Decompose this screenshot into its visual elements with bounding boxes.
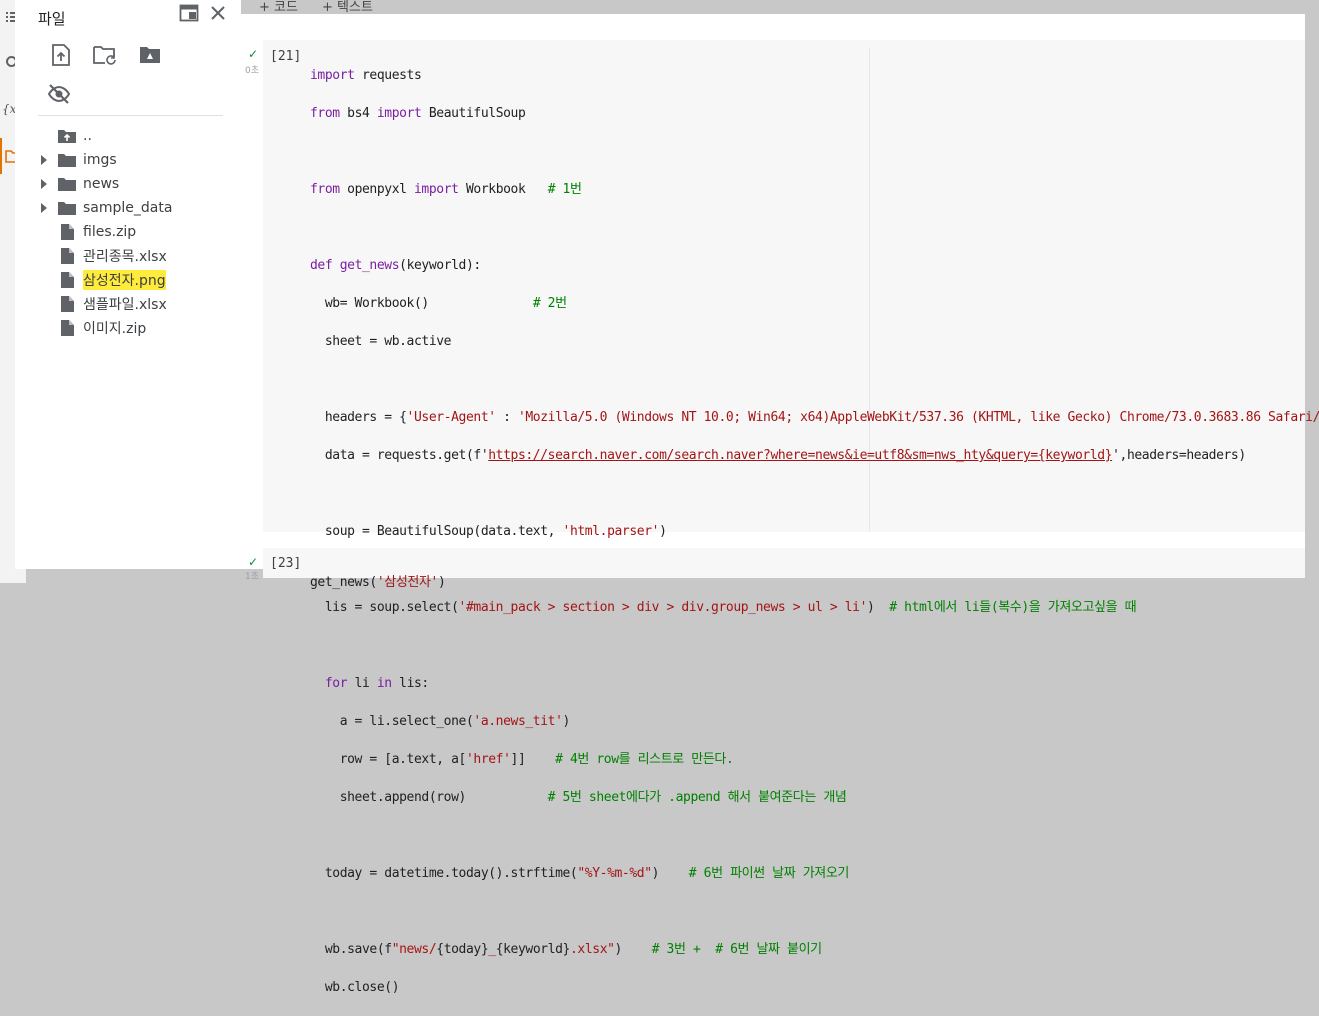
run-success-icon[interactable]: ✓ <box>248 47 258 61</box>
folder-icon <box>57 177 77 191</box>
file-name: sample_data <box>83 200 173 216</box>
tree-item-file[interactable]: 이미지.zip <box>35 316 235 340</box>
file-name: imgs <box>83 152 117 168</box>
cell-run-time: 1초 <box>244 572 259 582</box>
expand-arrow-icon[interactable] <box>37 203 51 213</box>
file-icon <box>57 296 77 312</box>
upload-file-icon[interactable] <box>51 44 71 66</box>
folder-up-icon <box>57 129 77 143</box>
tree-item-folder[interactable]: news <box>35 172 235 196</box>
panel-divider <box>38 115 223 116</box>
expand-arrow-icon[interactable] <box>37 179 51 189</box>
execution-count: [23] <box>270 556 302 571</box>
file-name: 이미지.zip <box>83 321 147 337</box>
file-tree: .. imgs news sample_data files.zip 관리종목.… <box>35 124 235 340</box>
refresh-folder-icon[interactable] <box>93 44 117 66</box>
tree-item-file[interactable]: 관리종목.xlsx <box>35 244 235 268</box>
tree-item-file[interactable]: 삼성전자.png <box>35 268 235 292</box>
file-name: 관리종목.xlsx <box>83 249 167 265</box>
file-name: 샘플파일.xlsx <box>83 297 167 313</box>
file-name: .. <box>83 128 92 144</box>
tree-item-folder[interactable]: imgs <box>35 148 235 172</box>
cell-run-time: 0초 <box>244 66 259 76</box>
files-panel: 파일 .. imgs news sample_data files.zip 관리… <box>15 0 242 569</box>
file-name: files.zip <box>83 224 137 240</box>
run-success-icon[interactable]: ✓ <box>248 555 258 569</box>
panel-title: 파일 <box>38 10 66 28</box>
open-in-tab-icon[interactable] <box>179 4 199 22</box>
hide-files-icon[interactable] <box>47 84 71 104</box>
file-icon <box>57 224 77 240</box>
code-editor[interactable]: import requests from bs4 import Beautifu… <box>310 47 1319 1016</box>
folder-icon <box>57 201 77 215</box>
tree-item-folder[interactable]: sample_data <box>35 196 235 220</box>
tree-item-file[interactable]: files.zip <box>35 220 235 244</box>
expand-arrow-icon[interactable] <box>37 155 51 165</box>
folder-icon <box>57 153 77 167</box>
file-name: news <box>83 176 120 192</box>
mount-drive-icon[interactable] <box>139 44 161 66</box>
add-cell-bar: + 코드 + 텍스트 <box>241 0 1319 15</box>
tree-item-file[interactable]: 샘플파일.xlsx <box>35 292 235 316</box>
file-icon <box>57 248 77 264</box>
close-icon[interactable] <box>209 4 227 22</box>
execution-count: [21] <box>270 49 302 64</box>
file-icon <box>57 272 77 288</box>
file-icon <box>57 320 77 336</box>
tree-item-parent[interactable]: .. <box>35 124 235 148</box>
add-text-button[interactable]: + 텍스트 <box>322 0 373 15</box>
file-name-highlighted: 삼성전자.png <box>83 270 166 290</box>
add-code-button[interactable]: + 코드 <box>259 0 298 15</box>
